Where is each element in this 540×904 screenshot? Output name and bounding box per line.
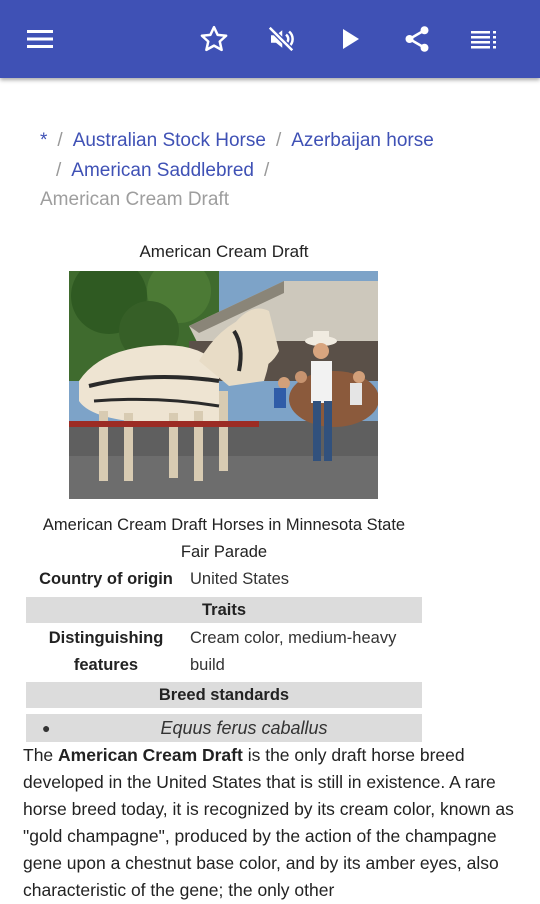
app-bar [0, 0, 540, 78]
bookmark-button[interactable] [192, 17, 236, 61]
infobox-title: American Cream Draft [139, 242, 309, 261]
toc-icon [471, 31, 496, 49]
volume-off-icon [267, 25, 295, 53]
breadcrumb-item-australian-stock-horse[interactable]: Australian Stock Horse [73, 130, 266, 151]
mute-button[interactable] [259, 17, 303, 61]
share-icon [405, 26, 429, 52]
horse-parade-image [69, 271, 378, 499]
breed-standards-header: Breed standards [26, 682, 422, 708]
intro-the: The [23, 745, 54, 765]
intro-text: is the only draft horse breed developed … [23, 745, 514, 900]
play-icon [343, 29, 359, 49]
star-icon [200, 25, 228, 52]
breadcrumb-separator: / [56, 159, 62, 181]
share-button[interactable] [395, 17, 439, 61]
article-intro-paragraph: The American Cream Draft is the only dra… [23, 742, 523, 904]
breadcrumb-home[interactable]: * [40, 130, 47, 151]
species-list-item: ● Equus ferus caballus [26, 714, 422, 742]
country-value[interactable]: United States [190, 566, 289, 593]
photo-caption: American Cream Draft Horses in Minnesota… [42, 516, 406, 561]
features-value: Cream color, medium-heavy build [190, 629, 397, 674]
country-label: Country of origin [39, 570, 173, 588]
breadcrumb: * / Australian Stock Horse / Azerbaijan hors… [40, 126, 500, 215]
country-row: Country of origin United States [26, 566, 422, 593]
breadcrumb-current: American Cream Draft [40, 189, 229, 210]
horse-photo[interactable] [69, 271, 378, 499]
play-button[interactable] [328, 17, 372, 61]
intro-bold-title: American Cream Draft [58, 745, 243, 765]
features-row: Distinguishing features Cream color, med… [26, 625, 422, 681]
breadcrumb-separator: / [57, 130, 63, 151]
species-name: Equus ferus caballus [160, 718, 328, 738]
breadcrumb-separator: / [275, 130, 282, 151]
traits-header: Traits [26, 597, 422, 623]
features-label: Distinguishing features [48, 629, 164, 674]
breadcrumb-item-azerbaijan-horse[interactable]: Azerbaijan horse [291, 130, 434, 151]
menu-icon [27, 30, 53, 48]
breadcrumb-separator: / [264, 159, 270, 181]
contents-button[interactable] [462, 17, 506, 61]
menu-button[interactable] [18, 17, 62, 61]
breadcrumb-item-american-saddlebred[interactable]: American Saddlebred [71, 160, 254, 181]
